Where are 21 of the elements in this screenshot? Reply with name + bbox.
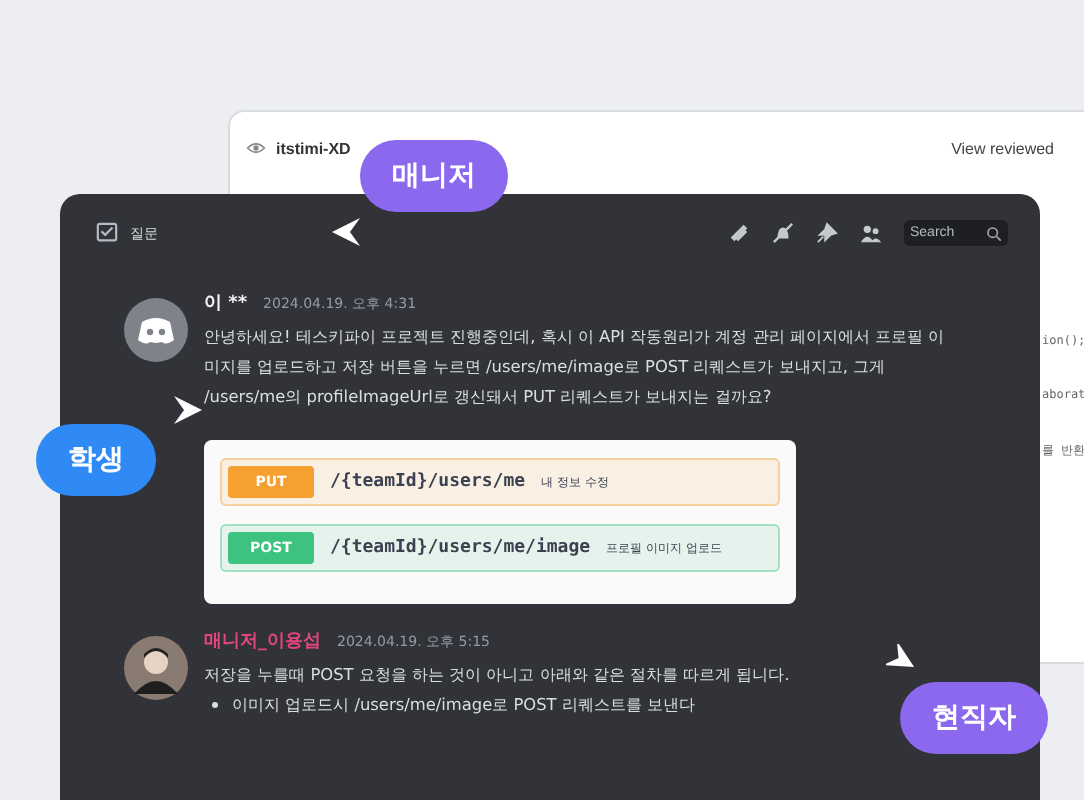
message-text: 안녕하세요! 테스키파이 프로젝트 진행중인데, 혹시 이 API 작동원리가 계정 관리 페이지에서 프로필 이미지를 업로드하고 저장 버튼을 누르면 /users/me/image로 POST 리퀘스트가 보내지고, 그게 /users/me의 profileImageUrl로 갱신돼서 PUT 리퀘스트가 보내지는 걸까요? bbox=[204, 324, 947, 410]
role-label: 매니저 bbox=[360, 140, 508, 212]
eye-icon bbox=[246, 138, 266, 158]
chat-icon bbox=[96, 222, 118, 244]
pin-icon[interactable] bbox=[816, 222, 838, 244]
members-icon[interactable] bbox=[860, 222, 882, 244]
reviewer-name: itstimi-XD bbox=[276, 139, 351, 157]
role-label: 학생 bbox=[36, 424, 156, 496]
mute-bell-icon[interactable] bbox=[772, 222, 794, 244]
author-name: 매니저_이용섭 bbox=[204, 630, 321, 654]
message-text: 저장을 누를때 POST 요청을 하는 것이 아니고 아래와 같은 절차를 따르게 됩니다. bbox=[204, 662, 792, 688]
search-icon bbox=[986, 225, 1002, 241]
app-logo-avatar bbox=[124, 298, 188, 362]
cursor-icon bbox=[172, 394, 204, 426]
user-avatar bbox=[124, 636, 188, 700]
author-name: 이 ** bbox=[204, 292, 248, 316]
role-label: 현직자 bbox=[900, 682, 1048, 754]
view-reviewed-link[interactable]: View reviewed bbox=[951, 139, 1054, 157]
endpoint-path: /{teamId}/users/me/image bbox=[330, 538, 591, 558]
endpoint-path: /{teamId}/users/me bbox=[330, 472, 526, 492]
cursor-icon bbox=[330, 216, 362, 248]
